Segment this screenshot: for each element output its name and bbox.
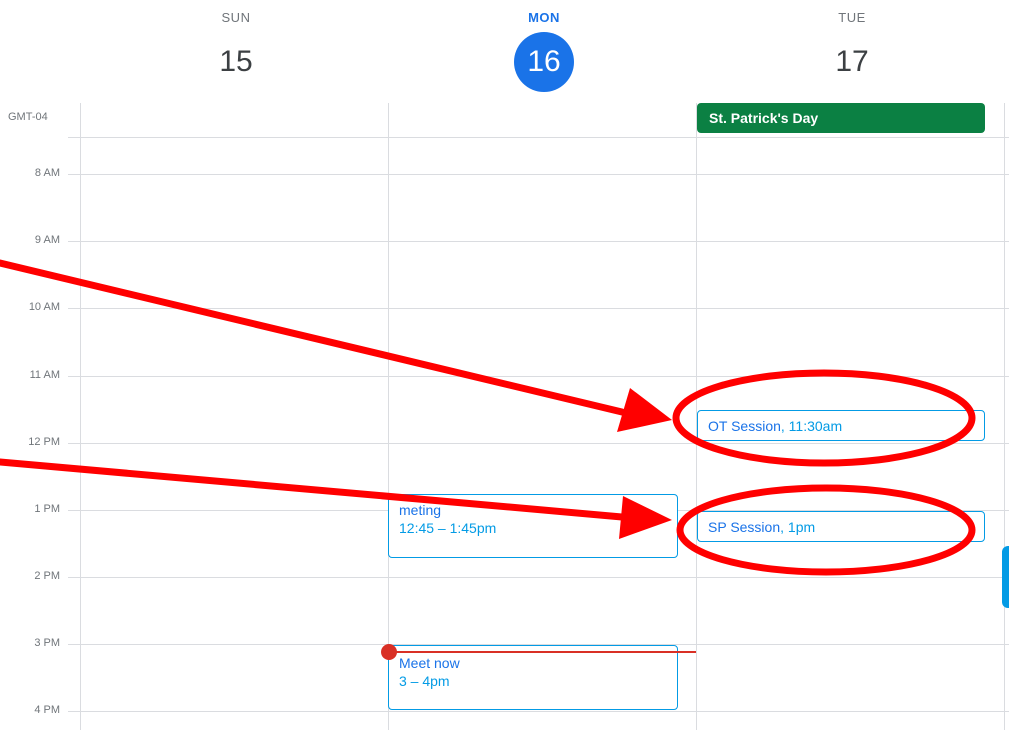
annotation-ellipse-sp [676, 484, 976, 576]
annotation-arrow-shaft-2 [0, 458, 626, 521]
annotation-ellipse-ot [672, 369, 976, 467]
annotation-arrowhead-1 [617, 388, 672, 432]
annotation-overlay [0, 259, 976, 576]
annotation-arrowhead-2 [619, 496, 672, 539]
annotation-arrow-shaft-1 [0, 259, 626, 416]
